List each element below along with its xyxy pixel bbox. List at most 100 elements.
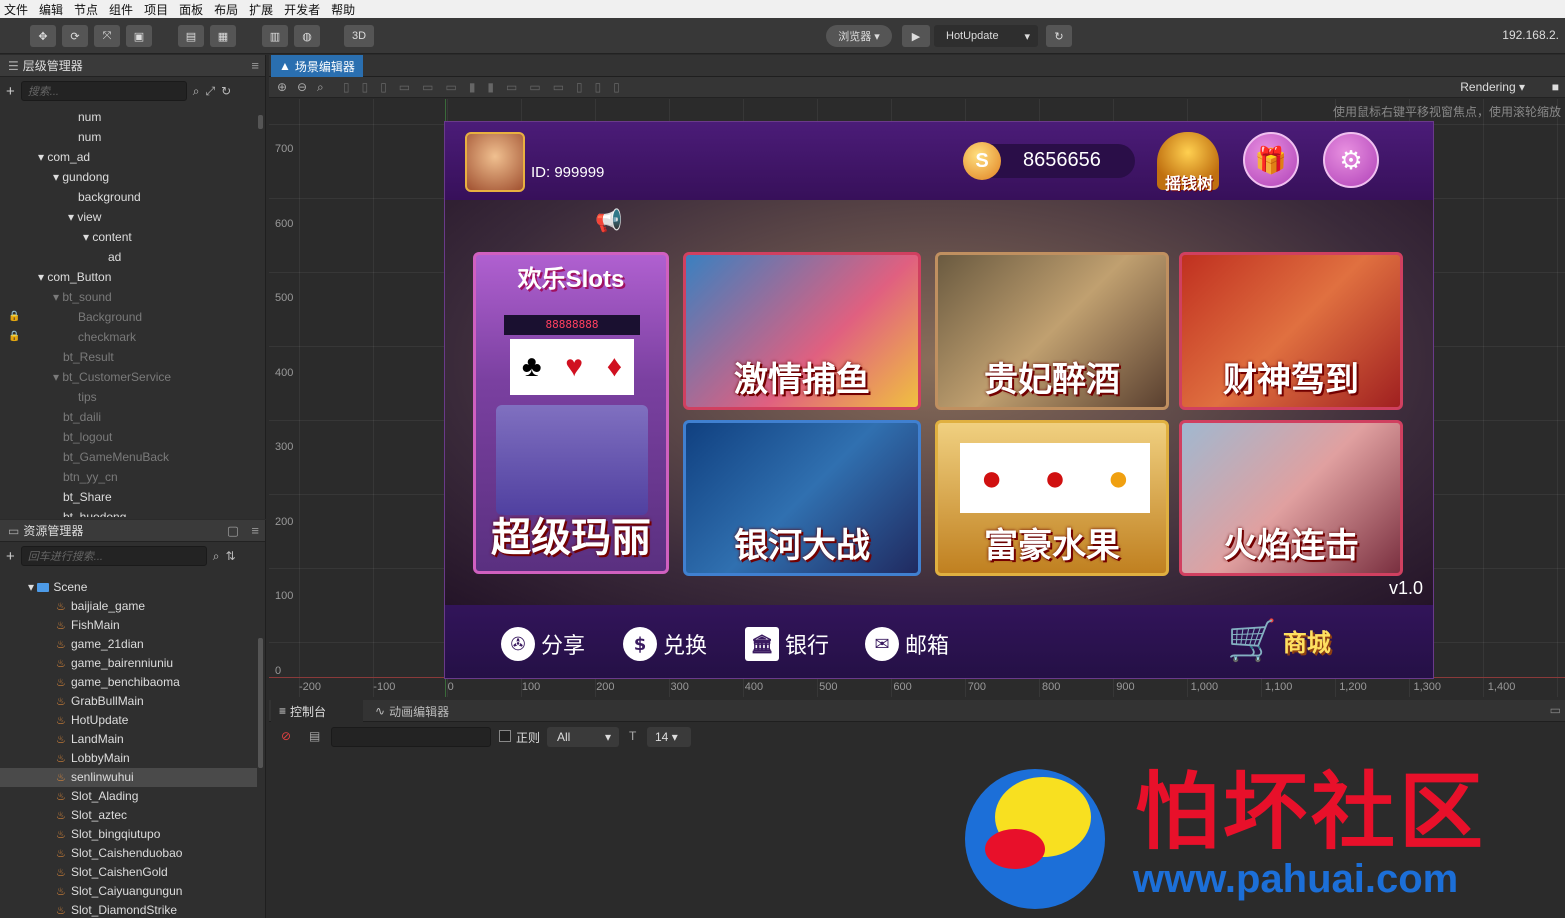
menu-item[interactable]: 帮助 bbox=[331, 1, 355, 18]
asset-item[interactable]: ♨ Slot_DiamondStrike bbox=[0, 901, 257, 918]
hierarchy-scrollbar[interactable] bbox=[258, 115, 263, 129]
tree-node[interactable]: ▾ com_ad bbox=[0, 147, 257, 167]
gizmo-icon[interactable]: ▥ bbox=[262, 25, 288, 47]
assets-search-input[interactable]: 回车进行搜索... bbox=[20, 546, 207, 566]
camera-icon[interactable]: ■ bbox=[1552, 80, 1559, 94]
menu-item[interactable]: 扩展 bbox=[249, 1, 273, 18]
tree-node[interactable]: ad bbox=[0, 247, 257, 267]
tab-scene-editor[interactable]: ▲ 场景编辑器 bbox=[271, 55, 363, 77]
lock-icon[interactable]: 🔒 bbox=[8, 327, 20, 347]
asset-item[interactable]: ♨ Slot_CaishenGold bbox=[0, 863, 257, 882]
menu-item[interactable]: 开发者 bbox=[284, 1, 320, 18]
tree-node[interactable]: num bbox=[0, 107, 257, 127]
menu-item[interactable]: 组件 bbox=[109, 1, 133, 18]
move-tool-icon[interactable]: ✥ bbox=[30, 25, 56, 47]
share-button[interactable]: ✇ 分享 bbox=[501, 627, 585, 661]
game-card-caishen[interactable]: 财神驾到 bbox=[1179, 252, 1403, 410]
tree-node[interactable]: btn_yy_cn bbox=[0, 467, 257, 487]
scene-viewport[interactable]: 使用鼠标右键平移视窗焦点，使用滚轮缩放 700 600 500 400 300 200 10… bbox=[269, 99, 1565, 697]
font-size-select[interactable]: 14 ▾ bbox=[647, 727, 691, 747]
asset-item[interactable]: ♨ LandMain bbox=[0, 730, 257, 749]
rotate-tool-icon[interactable]: ⟳ bbox=[62, 25, 88, 47]
shop-button[interactable]: 🛒 商城 bbox=[1227, 617, 1331, 664]
asset-item[interactable]: ♨ game_21dian bbox=[0, 635, 257, 654]
zoom-in-icon[interactable]: ⊕ bbox=[277, 80, 287, 94]
browser-select[interactable]: 浏览器 ▾ bbox=[826, 25, 892, 47]
game-card-slots[interactable]: 欢乐Slots 88888888 ♣ ♥ ♦ 超级玛丽 bbox=[473, 252, 669, 574]
asset-item[interactable]: ♨ senlinwuhui bbox=[0, 768, 257, 787]
local-coord-icon[interactable]: ▤ bbox=[178, 25, 204, 47]
bank-button[interactable]: 🏛 银行 bbox=[745, 627, 829, 661]
lock-icon[interactable]: 🔒 bbox=[8, 307, 20, 327]
game-card-fire[interactable]: 火焰连击 bbox=[1179, 420, 1403, 576]
game-card-galaxy[interactable]: 银河大战 bbox=[683, 420, 921, 576]
assets-scrollbar[interactable] bbox=[258, 638, 263, 768]
sort-icon[interactable]: ⇅ bbox=[226, 549, 236, 563]
game-card-fruit[interactable]: ● ● ● 富豪水果 bbox=[935, 420, 1169, 576]
tree-node[interactable]: bt_Result bbox=[0, 347, 257, 367]
menu-item[interactable]: 面板 bbox=[179, 1, 203, 18]
asset-item[interactable]: ♨ game_benchibaoma bbox=[0, 673, 257, 692]
panel-menu-icon[interactable]: ≡ bbox=[251, 58, 259, 73]
asset-item[interactable]: ♨ HotUpdate bbox=[0, 711, 257, 730]
tree-node[interactable]: bt_logout bbox=[0, 427, 257, 447]
asset-item[interactable]: ♨ Slot_aztec bbox=[0, 806, 257, 825]
asset-item[interactable]: ♨ Slot_bingqiutupo bbox=[0, 825, 257, 844]
pivot-icon[interactable]: ▦ bbox=[210, 25, 236, 47]
scene-select[interactable]: HotUpdate ▾ bbox=[934, 25, 1038, 47]
locate-icon[interactable]: ⤢ bbox=[206, 84, 216, 99]
tree-node[interactable]: bt_daili bbox=[0, 407, 257, 427]
tree-node[interactable]: ▾ bt_CustomerService bbox=[0, 367, 257, 387]
menu-item[interactable]: 布局 bbox=[214, 1, 238, 18]
rendering-select[interactable]: Rendering ▾ bbox=[1460, 80, 1525, 94]
asset-item[interactable]: ♨ LobbyMain bbox=[0, 749, 257, 768]
gift-icon[interactable]: 🎁 bbox=[1243, 132, 1299, 188]
tab-console[interactable]: ≡ 控制台 bbox=[271, 700, 363, 722]
folder-scene[interactable]: ▾ Scene bbox=[0, 578, 257, 597]
tree-node[interactable]: background bbox=[0, 187, 257, 207]
refresh-icon[interactable]: ↻ bbox=[1046, 25, 1072, 47]
tree-node[interactable]: 🔒 Background bbox=[0, 307, 257, 327]
tree-node[interactable]: ▾ gundong bbox=[0, 167, 257, 187]
clear-icon[interactable]: ⊘ bbox=[281, 729, 291, 743]
menu-item[interactable]: 文件 bbox=[4, 1, 28, 18]
avatar[interactable] bbox=[465, 132, 525, 192]
asset-item[interactable]: ♨ GrabBullMain bbox=[0, 692, 257, 711]
tab-animation-editor[interactable]: ∿ 动画编辑器 bbox=[367, 700, 467, 722]
rect-tool-icon[interactable]: ▣ bbox=[126, 25, 152, 47]
tree-node[interactable]: ▾ view bbox=[0, 207, 257, 227]
asset-item[interactable]: ♨ Slot_Caishenduobao bbox=[0, 844, 257, 863]
asset-item[interactable]: ♨ baijiale_game bbox=[0, 597, 257, 616]
tree-node[interactable]: ▾ content bbox=[0, 227, 257, 247]
console-filter-input[interactable] bbox=[331, 727, 491, 747]
menu-item[interactable]: 项目 bbox=[144, 1, 168, 18]
hierarchy-search-input[interactable]: 搜索... bbox=[20, 81, 187, 101]
tree-node[interactable]: ▾ com_Button bbox=[0, 267, 257, 287]
mail-button[interactable]: ✉ 邮箱 bbox=[865, 627, 949, 661]
game-card-fishing[interactable]: 激情捕鱼 bbox=[683, 252, 921, 410]
tree-node[interactable]: bt_huodong bbox=[0, 507, 257, 517]
refresh-icon[interactable]: ↻ bbox=[221, 84, 231, 98]
exchange-button[interactable]: $ 兑换 bbox=[623, 627, 707, 661]
add-icon[interactable]: + bbox=[6, 83, 15, 100]
open-folder-icon[interactable]: ▢ bbox=[227, 523, 239, 539]
gear-icon[interactable]: ⚙ bbox=[1323, 132, 1379, 188]
tree-node[interactable]: ▾ bt_sound bbox=[0, 287, 257, 307]
asset-item[interactable]: ♨ game_bairenniuniu bbox=[0, 654, 257, 673]
game-card-guifei[interactable]: 贵妃醉酒 bbox=[935, 252, 1169, 410]
panel-menu-icon[interactable]: ≡ bbox=[251, 523, 259, 538]
zoom-reset-icon[interactable]: ⌕ bbox=[317, 80, 324, 95]
tree-node[interactable]: bt_Share bbox=[0, 487, 257, 507]
menu-item[interactable]: 编辑 bbox=[39, 1, 63, 18]
menu-item[interactable]: 节点 bbox=[74, 1, 98, 18]
add-icon[interactable]: + bbox=[6, 548, 15, 565]
log-level-select[interactable]: All ▾ bbox=[547, 727, 619, 747]
search-icon[interactable]: ⌕ bbox=[213, 549, 220, 564]
tree-node[interactable]: num bbox=[0, 127, 257, 147]
open-log-icon[interactable]: ▤ bbox=[309, 729, 320, 743]
align-tools-icon[interactable]: ▯▯▯▭▭▭▮▮▭▭▭▯▯▯ bbox=[343, 80, 632, 94]
game-canvas[interactable]: ID: 999999 S 8656656 摇钱树 🎁 ⚙ 📢 欢乐Slots 8… bbox=[444, 121, 1434, 679]
search-icon[interactable]: ⌕ bbox=[193, 84, 200, 99]
play-icon[interactable]: ▶ bbox=[902, 25, 930, 47]
tree-node[interactable]: 🔒 checkmark bbox=[0, 327, 257, 347]
